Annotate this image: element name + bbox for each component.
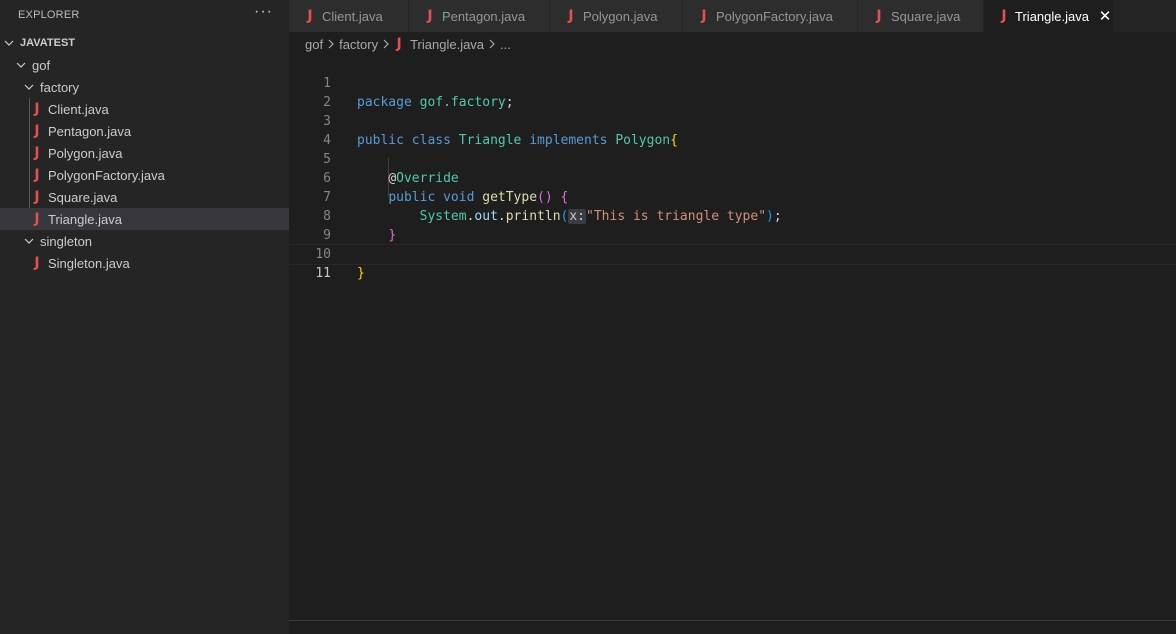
explorer-header: EXPLORER ···	[0, 0, 289, 30]
horizontal-scrollbar[interactable]	[289, 620, 1176, 621]
tab-label: Polygon.java	[583, 8, 658, 24]
breadcrumb: gof factory J Triangle.java ...	[305, 33, 511, 55]
file-polygonfactory[interactable]: J PolygonFactory.java	[0, 164, 289, 186]
code-line: 8 }	[289, 188, 1176, 243]
code-line: 5 @Override	[289, 131, 1176, 186]
tab-label: PolygonFactory.java	[716, 8, 833, 24]
breadcrumb-item-gof[interactable]: gof	[305, 37, 323, 52]
code-line: 6 public void getType() {	[289, 150, 1176, 205]
java-file-icon: J	[34, 145, 40, 161]
tab-triangle[interactable]: J Triangle.java ✕	[984, 0, 1114, 32]
file-pentagon[interactable]: J Pentagon.java	[0, 120, 289, 142]
close-icon[interactable]: ✕	[1097, 7, 1113, 25]
file-label: Singleton.java	[48, 255, 130, 271]
tab-label: Triangle.java	[1015, 8, 1089, 24]
chevron-down-icon	[4, 38, 14, 48]
java-file-icon: J	[701, 8, 707, 24]
tab-client[interactable]: J Client.java	[289, 0, 409, 32]
tab-polygonfactory[interactable]: J PolygonFactory.java	[683, 0, 858, 32]
java-file-icon: J	[34, 189, 40, 205]
chevron-right-icon	[488, 37, 496, 52]
explorer-sidebar: EXPLORER ··· JAVATEST gof factory J Clie…	[0, 0, 289, 634]
breadcrumb-item-symbol[interactable]: ...	[500, 37, 511, 52]
java-file-icon: J	[568, 8, 574, 24]
tab-label: Pentagon.java	[442, 8, 526, 24]
java-file-icon: J	[396, 36, 402, 52]
code-line: 2	[289, 74, 1176, 110]
java-file-icon: J	[427, 8, 433, 24]
chevron-down-icon	[24, 82, 34, 92]
folder-singleton[interactable]: singleton	[0, 230, 289, 252]
java-file-icon: J	[34, 255, 40, 271]
chevron-down-icon	[24, 236, 34, 246]
file-label: Pentagon.java	[48, 123, 132, 139]
explorer-title: EXPLORER	[18, 9, 80, 21]
file-polygon[interactable]: J Polygon.java	[0, 142, 289, 164]
code-line: 10 }	[289, 226, 1176, 281]
chevron-down-icon	[16, 60, 26, 70]
java-file-icon: J	[34, 123, 40, 139]
tab-polygon[interactable]: J Polygon.java	[550, 0, 683, 32]
line-number: 11	[315, 266, 331, 281]
folder-gof[interactable]: gof	[0, 54, 289, 76]
file-label: Client.java	[48, 101, 109, 117]
folder-factory[interactable]: factory	[0, 76, 289, 98]
java-file-icon: J	[34, 101, 40, 117]
chevron-right-icon	[327, 37, 335, 52]
code-line: 1 package gof.factory;	[289, 55, 1176, 110]
project-name: JAVATEST	[20, 37, 76, 49]
code-editor[interactable]: 1 package gof.factory; 2 3 public class …	[289, 55, 1176, 634]
breadcrumb-item-factory[interactable]: factory	[339, 37, 378, 52]
factory-files: J Client.java J Pentagon.java J Polygon.…	[0, 98, 289, 230]
java-file-icon: J	[876, 8, 882, 24]
file-triangle[interactable]: J Triangle.java	[0, 208, 289, 230]
line-code: }	[357, 266, 365, 281]
file-label: Square.java	[48, 189, 118, 205]
code-line: 9	[289, 207, 1176, 243]
breadcrumb-item-file[interactable]: Triangle.java	[410, 37, 484, 52]
java-file-icon: J	[34, 211, 40, 227]
folder-label: gof	[32, 57, 51, 73]
java-file-icon: J	[307, 8, 313, 24]
file-square[interactable]: J Square.java	[0, 186, 289, 208]
java-file-icon: J	[34, 167, 40, 183]
project-root-javatest[interactable]: JAVATEST	[0, 32, 289, 54]
file-label: PolygonFactory.java	[48, 167, 165, 183]
folder-label: singleton	[40, 233, 93, 249]
code-line: 4	[289, 112, 1176, 148]
code-line: 3 public class Triangle implements Polyg…	[289, 93, 1176, 148]
more-actions-icon[interactable]: ···	[254, 3, 273, 21]
java-file-icon: J	[1001, 8, 1007, 24]
code-line-current: 11	[289, 244, 1176, 281]
file-singleton[interactable]: J Singleton.java	[0, 252, 289, 274]
file-client[interactable]: J Client.java	[0, 98, 289, 120]
tab-square[interactable]: J Square.java	[858, 0, 984, 32]
folder-label: factory	[40, 79, 80, 95]
tab-label: Square.java	[891, 8, 961, 24]
editor-tab-bar: J Client.java J Pentagon.java J Polygon.…	[289, 0, 1176, 32]
code-line: 7 System.out.println(x:"This is triangle…	[289, 169, 1176, 224]
file-label: Triangle.java	[48, 211, 122, 227]
file-label: Polygon.java	[48, 145, 123, 161]
tab-pentagon[interactable]: J Pentagon.java	[409, 0, 550, 32]
tab-label: Client.java	[322, 8, 383, 24]
chevron-right-icon	[382, 37, 390, 52]
